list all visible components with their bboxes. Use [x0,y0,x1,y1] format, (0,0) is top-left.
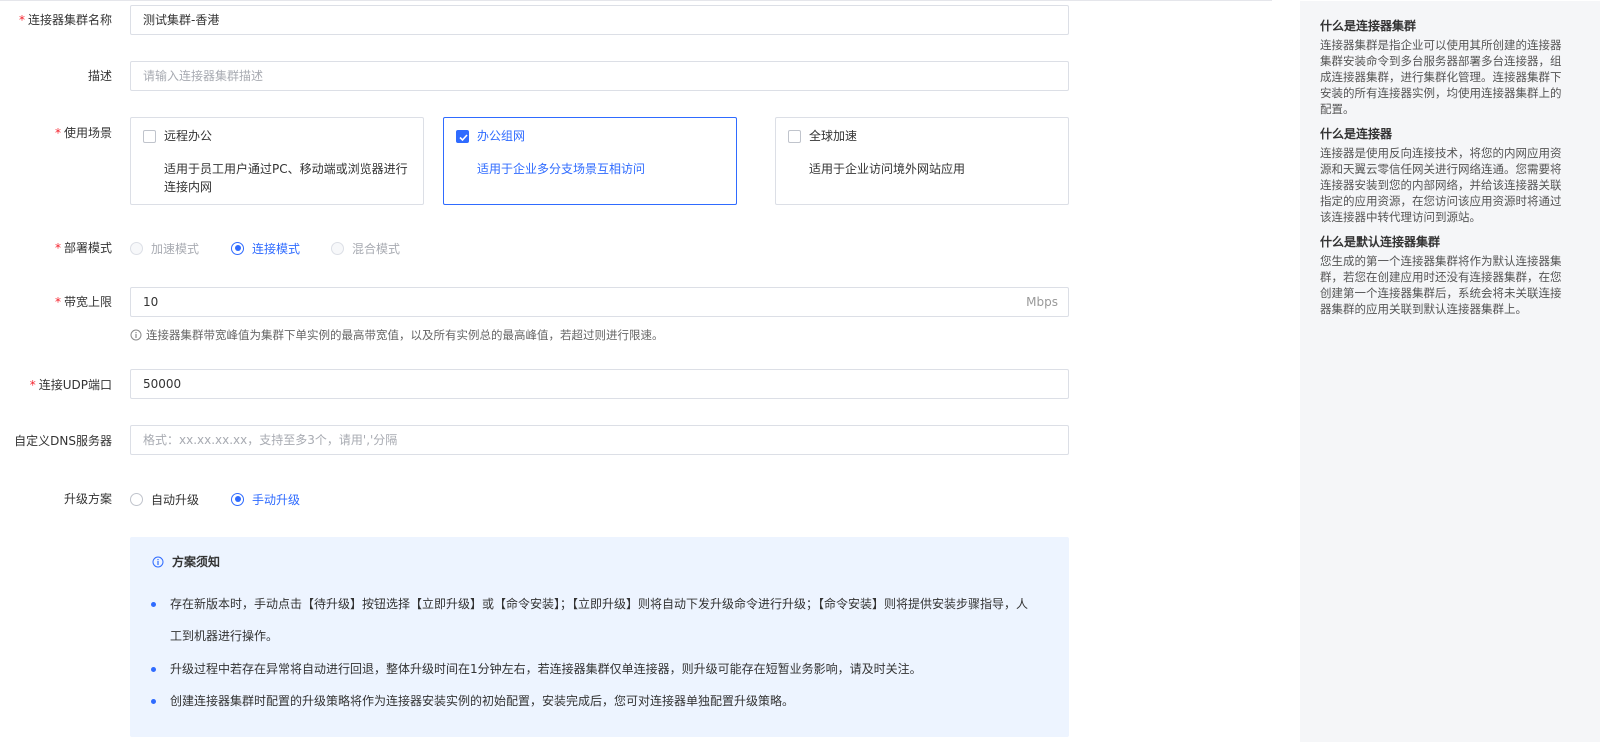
required-mark: * [54,295,61,309]
help-text: 连接器集群是指企业可以使用其所创建的连接器 集群安装命令到多台服务器部署多台连接… [1320,38,1562,116]
scenario-description: 适用于企业多分支场景互相访问 [477,162,646,176]
udp-port-label: * 连接UDP端口 [29,378,112,392]
notice-item: 升级过程中若存在异常将自动进行回退，整体升级时间在1分钟左右，若连接器集群仅单连… [170,662,922,676]
radio-circle [231,241,244,255]
upgrade-label: 升级方案 [63,492,112,506]
bandwidth-unit: Mbps [1026,295,1058,309]
dns-label: 自定义DNS服务器 [14,434,112,448]
scenario-label: * 使用场景 [54,126,112,140]
radio-circle [331,241,344,255]
scenario-description: 适用于员工用户通过PC、移动端或浏览器进行连接内网 [164,162,408,194]
cluster-name-label: * 连接器集群名称 [18,13,112,27]
scenario-checkbox[interactable] [143,130,156,143]
connector-cluster-form: * 连接器集群名称 测试集群-香港 描述 请输入连接器集群描述 * 使用场景 远程办… [0,0,1080,742]
info-circle-icon [152,556,164,567]
notice-item: 存在新版本时，手动点击【待升级】按钮选择【立即升级】或【命令安装】；【立即升级】… [170,597,1029,611]
check-icon [459,134,468,142]
required-mark: * [54,241,61,255]
scenario-description: 适用于企业访问境外网站应用 [809,162,966,176]
help-text: 连接器是使用反向连接技术，将您的内网应用资 源和天翼云零信任网关进行网络连通。您… [1320,146,1562,224]
info-circle-icon [130,329,142,341]
deploy-mode-connect-radio[interactable]: 连接模式 [231,239,300,257]
help-title: 什么是连接器 [1320,127,1393,141]
description-label: 描述 [87,69,112,83]
bandwidth-hint: 连接器集群带宽峰值为集群下单实例的最高带宽值，以及所有实例总的最高峰值，若超过则… [130,327,664,343]
notice-title: 方案须知 [152,553,220,570]
upgrade-notice: 方案须知 存在新版本时，手动点击【待升级】按钮选择【立即升级】或【命令安装】；【… [130,537,1069,737]
scenario-card-global-acceleration[interactable]: 全球加速 适用于企业访问境外网站应用 [775,117,1069,205]
required-mark: * [29,378,36,392]
deploy-mode-hybrid-radio[interactable]: 混合模式 [331,239,400,257]
description-input[interactable]: 请输入连接器集群描述 [130,61,1069,91]
scenario-title: 远程办公 [164,129,213,143]
udp-port-input[interactable]: 50000 [130,369,1069,399]
bandwidth-input[interactable]: 10 Mbps [130,287,1069,317]
scenario-checkbox[interactable] [456,130,469,143]
scenario-title: 全球加速 [809,129,858,143]
help-title: 什么是连接器集群 [1320,19,1417,33]
deploy-mode-label: * 部署模式 [54,241,112,255]
upgrade-manual-radio[interactable]: 手动升级 [231,490,300,508]
bullet-icon [151,667,156,672]
required-mark: * [54,126,61,140]
cluster-name-input[interactable]: 测试集群-香港 [130,5,1069,35]
radio-circle [130,492,143,506]
radio-circle [130,241,143,255]
help-text: 您生成的第一个连接器集群将作为默认连接器集 群，若您在创建应用时还没有连接器集群… [1320,254,1562,316]
notice-item-continued: 工到机器进行操作。 [170,629,279,643]
scenario-card-office-network[interactable]: 办公组网 适用于企业多分支场景互相访问 [443,117,737,205]
upgrade-auto-radio[interactable]: 自动升级 [130,490,199,508]
help-panel: 什么是连接器集群 连接器集群是指企业可以使用其所创建的连接器 集群安装命令到多台… [1300,1,1600,742]
scenario-checkbox[interactable] [788,130,801,143]
bullet-icon [151,699,156,704]
deploy-mode-accelerate-radio[interactable]: 加速模式 [130,239,199,257]
scenario-title: 办公组网 [477,129,526,143]
radio-circle [231,492,244,506]
help-title: 什么是默认连接器集群 [1320,235,1441,249]
required-mark: * [18,13,25,27]
scenario-card-remote-office[interactable]: 远程办公 适用于员工用户通过PC、移动端或浏览器进行连接内网 [130,117,424,205]
bullet-icon [151,602,156,607]
bandwidth-label: * 带宽上限 [54,295,112,309]
notice-item: 创建连接器集群时配置的升级策略将作为连接器安装实例的初始配置，安装完成后，您可对… [170,694,795,708]
dns-input[interactable]: 格式：xx.xx.xx.xx，支持至多3个，请用','分隔 [130,425,1069,455]
